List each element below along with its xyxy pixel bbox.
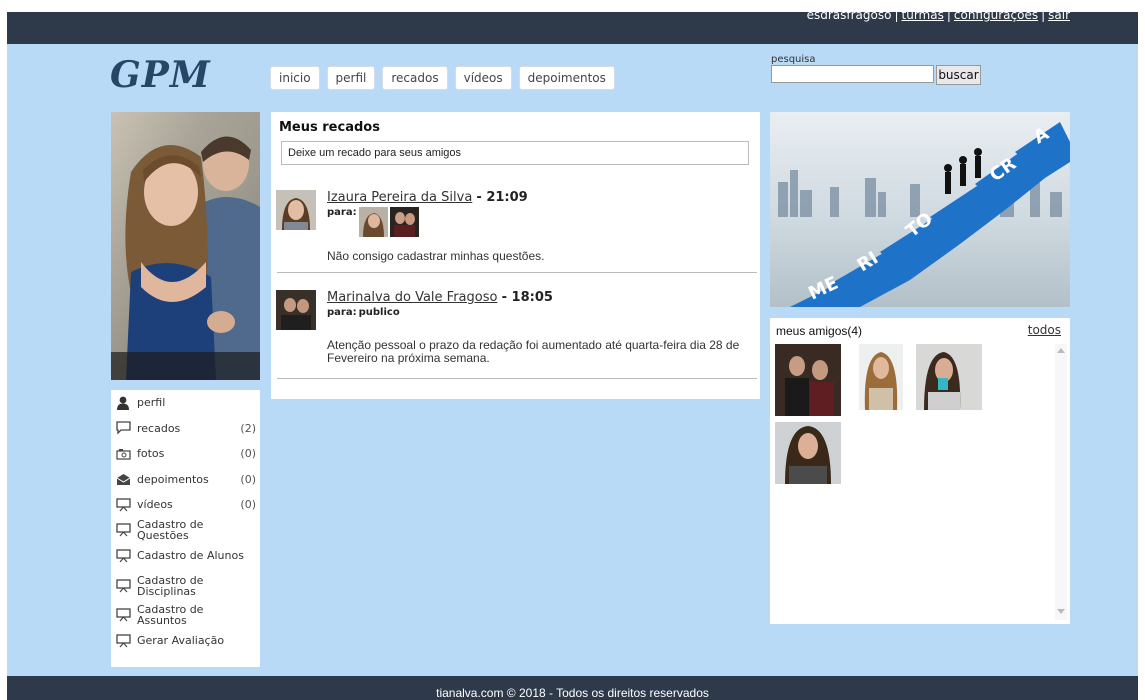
recipient-avatar[interactable] [358,207,388,237]
board-icon [115,634,131,648]
tab-recados[interactable]: recados [382,66,448,90]
top-bar: esdrasfragoso | turmas | configurações | sair [7,12,1138,44]
sidebar-item-label: recados [137,421,181,435]
sidebar-item-label: Gerar Avaliação [137,634,225,648]
message-text: Atenção pessoal o prazo da redação foi a… [327,338,740,365]
board-icon [115,549,131,563]
tab-videos[interactable]: vídeos [454,66,512,90]
sidebar-item-count: (0) [240,498,256,512]
search-button[interactable]: buscar [936,65,981,85]
sidebar-item-label: perfil [137,396,166,410]
scroll-up-arrow-icon[interactable] [1057,348,1065,353]
sidebar-item-label: vídeos [137,498,173,512]
scroll-down-arrow-icon[interactable] [1057,609,1065,614]
recipient-avatar[interactable] [389,207,419,237]
left-menu: perfil recados (2) fotos (0) depoimentos… [111,390,260,667]
author-avatar[interactable] [276,290,316,330]
messages-panel: Meus recados Izaura Pereira da Silva - 2… [271,112,760,399]
message-time: 21:09 [486,190,528,205]
username: esdrasfragoso [806,12,892,22]
sidebar-item-label: Cadastro de Questões [137,518,204,543]
message-header: Izaura Pereira da Silva - 21:09 [327,190,528,205]
top-links: esdrasfragoso | turmas | configurações | sair [807,12,1070,22]
sidebar-item-count: (2) [240,421,256,435]
meritocracia-banner: ME RI TO CR A [770,112,1070,307]
sidebar-item-recados[interactable]: recados (2) [111,416,260,442]
speech-bubble-icon [115,421,131,435]
board-icon [115,578,131,593]
page: esdrasfragoso | turmas | configurações | sair … [7,12,1138,700]
envelope-icon [115,472,131,486]
sidebar-item-cadastro-questoes[interactable]: Cadastro de Questões [111,518,260,544]
sidebar-item-depoimentos[interactable]: depoimentos (0) [111,467,260,493]
recipients-label: para: [327,307,357,318]
site-logo[interactable]: GPM [110,54,211,96]
footer: tianalva.com © 2018 - Todos os direitos … [7,676,1138,700]
sidebar-item-label: depoimentos [137,472,209,486]
sidebar-item-count: (0) [240,447,256,461]
tab-perfil[interactable]: perfil [326,66,376,90]
friend-avatar[interactable] [859,344,903,410]
sidebar-item-gerar-avaliacao[interactable]: Gerar Avaliação [111,628,260,654]
photos-icon [115,447,131,461]
sidebar-item-perfil[interactable]: perfil [111,390,260,416]
author-link[interactable]: Marinalva do Vale Fragoso [327,290,497,305]
search-label: pesquisa [771,54,816,65]
user-icon [115,396,131,410]
recipients: para: publico [327,307,400,318]
video-board-icon [115,498,131,512]
sidebar-item-fotos[interactable]: fotos (0) [111,441,260,467]
recipients: para: [327,207,419,237]
friends-title: meus amigos(4) [776,324,863,338]
board-icon [115,523,131,537]
sidebar-item-label: Cadastro de Assuntos [137,603,204,628]
friends-panel: meus amigos(4) todos [770,318,1070,624]
sidebar-item-count: (0) [240,472,256,486]
sidebar-item-label: Cadastro de Disciplinas [137,573,204,598]
friends-scrollbar[interactable] [1055,344,1067,620]
divider [277,378,757,379]
sidebar-item-label: fotos [137,447,165,461]
tab-inicio[interactable]: inicio [270,66,320,90]
new-message-input[interactable] [281,141,749,165]
sair-link[interactable]: sair [1048,12,1070,22]
author-avatar[interactable] [276,190,316,230]
author-link[interactable]: Izaura Pereira da Silva [327,190,472,205]
tab-depoimentos[interactable]: depoimentos [518,66,615,90]
message-header: Marinalva do Vale Fragoso - 18:05 [327,290,553,305]
friend-avatar[interactable] [775,344,841,416]
message-time: 18:05 [511,290,553,305]
page-title: Meus recados [279,120,380,135]
sidebar-item-cadastro-alunos[interactable]: Cadastro de Alunos [111,543,260,569]
profile-photo [111,112,260,380]
friend-avatar[interactable] [775,422,841,484]
sidebar-item-cadastro-disciplinas[interactable]: Cadastro de Disciplinas [111,569,260,603]
all-friends-link[interactable]: todos [1028,323,1061,337]
search-input[interactable] [771,65,934,83]
friend-avatar[interactable] [916,344,982,410]
board-icon [115,608,131,622]
configuracoes-link[interactable]: configurações [954,12,1038,22]
recipients-label: para: [327,207,357,218]
sidebar-item-cadastro-assuntos[interactable]: Cadastro de Assuntos [111,603,260,629]
sidebar-item-videos[interactable]: vídeos (0) [111,492,260,518]
recipients-value: publico [358,307,400,318]
divider [277,272,757,273]
sidebar-item-label: Cadastro de Alunos [137,549,244,563]
main-nav: inicio perfil recados vídeos depoimentos [270,66,615,90]
turmas-link[interactable]: turmas [902,12,944,22]
message-text: Não consigo cadastrar minhas questões. [327,249,545,263]
